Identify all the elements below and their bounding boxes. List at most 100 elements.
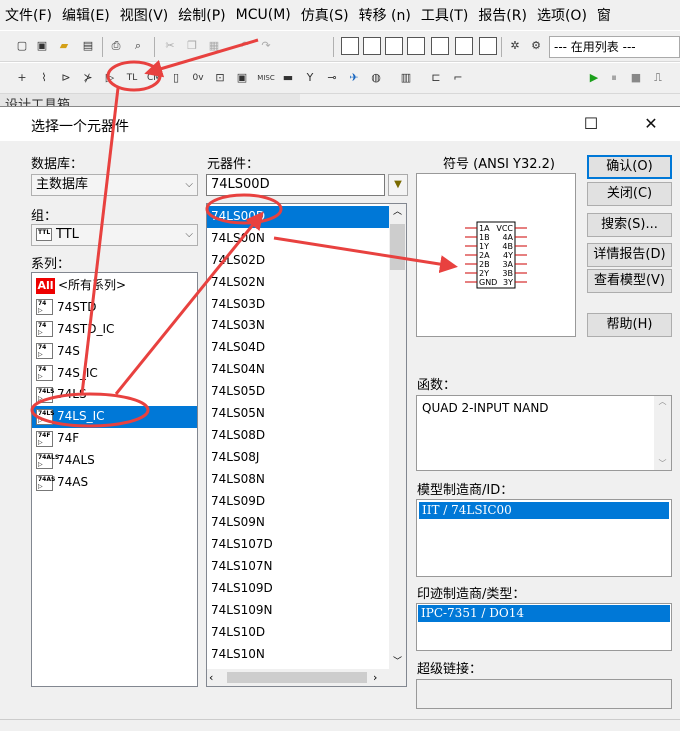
postprocessor-icon[interactable]	[455, 37, 473, 55]
list-item[interactable]: 74LS09D	[207, 491, 390, 513]
stop-icon[interactable]: ■	[628, 70, 644, 86]
view-model-button[interactable]: 查看模型(V)	[587, 269, 672, 293]
advanced-peripherals-icon[interactable]: ▬	[280, 70, 296, 86]
database-select[interactable]: 主数据库 ⌵	[31, 174, 198, 196]
component-search-input[interactable]: 74LS00D	[206, 174, 385, 196]
cut-icon[interactable]: ✂	[162, 38, 178, 54]
menu-window[interactable]: 窗	[592, 5, 616, 25]
menu-simulate[interactable]: 仿真(S)	[296, 5, 354, 25]
new-icon[interactable]: ▢	[14, 38, 30, 54]
run-icon[interactable]: ▶	[586, 70, 602, 86]
print-icon[interactable]: ⎙	[108, 38, 124, 54]
list-item[interactable]: 74LS00D	[207, 206, 390, 228]
menu-tools[interactable]: 工具(T)	[416, 5, 473, 25]
list-item[interactable]: 74 ▷ 74STD_IC	[32, 319, 197, 341]
list-item[interactable]: 74LS02N	[207, 272, 390, 294]
list-item[interactable]: 74 ▷ 74STD	[32, 297, 197, 319]
list-item[interactable]: 74 ▷ 74S_IC	[32, 363, 197, 385]
close-button[interactable]: 关闭(C)	[587, 182, 672, 206]
basic-icon[interactable]: ⌇	[36, 70, 52, 86]
in-use-list-dropdown[interactable]: --- 在用列表 ---	[549, 36, 680, 58]
horizontal-scrollbar[interactable]: ‹ ›	[207, 669, 406, 686]
scroll-right-icon[interactable]: ›	[373, 669, 377, 686]
ok-button[interactable]: 确认(O)	[587, 155, 672, 179]
list-item[interactable]: 74LS09N	[207, 512, 390, 534]
source-icon[interactable]: +	[14, 70, 30, 86]
scroll-down-icon[interactable]: ﹀	[654, 458, 671, 469]
help-button[interactable]: 帮助(H)	[587, 313, 672, 337]
vertical-scrollbar[interactable]: ︿ ﹀	[654, 396, 671, 470]
new-file-icon[interactable]: ▣	[34, 38, 50, 54]
pause-icon[interactable]: ⏸	[606, 70, 622, 86]
diode-icon[interactable]: ⊳	[58, 70, 74, 86]
menu-place[interactable]: 绘制(P)	[173, 5, 230, 25]
print-preview-icon[interactable]: ⌕	[130, 38, 146, 54]
cmos-icon[interactable]: CM	[146, 70, 162, 86]
rf-icon[interactable]: Y	[302, 70, 318, 86]
open-folder-icon[interactable]: ▰	[56, 38, 72, 54]
list-item[interactable]: 74LS109D	[207, 578, 390, 600]
menu-transfer[interactable]: 转移 (n)	[354, 5, 416, 25]
power-component-icon[interactable]: ▣	[234, 70, 250, 86]
list-item[interactable]: 74LS08J	[207, 447, 390, 469]
scroll-thumb[interactable]	[227, 672, 367, 683]
list-item[interactable]: 74LS10D	[207, 622, 390, 644]
ni-component-icon[interactable]: ✈	[346, 70, 362, 86]
menu-edit[interactable]: 编辑(E)	[57, 5, 115, 25]
model-item[interactable]: IIT / 74LSIC00	[419, 502, 669, 519]
list-item[interactable]: 74LS107N	[207, 556, 390, 578]
full-screen-icon[interactable]	[341, 37, 359, 55]
hierarchical-block-icon[interactable]: ⊏	[428, 70, 444, 86]
list-item[interactable]: 74LS08D	[207, 425, 390, 447]
grapher-icon[interactable]	[431, 37, 449, 55]
list-item[interactable]: 74F ▷ 74F	[32, 428, 197, 450]
hyperlink-field[interactable]	[416, 679, 672, 709]
save-icon[interactable]: ▤	[80, 38, 96, 54]
bus-icon[interactable]: ⌐	[450, 70, 466, 86]
interactive-icon[interactable]: ⎍	[650, 70, 666, 86]
list-item[interactable]: 74LS03D	[207, 294, 390, 316]
search-button[interactable]: 搜索(S)...	[587, 213, 672, 237]
filter-icon[interactable]: ▼	[388, 174, 408, 196]
list-item[interactable]: All <所有系列>	[32, 275, 197, 297]
scroll-thumb[interactable]	[390, 224, 405, 270]
list-item[interactable]: 74 ▷ 74S	[32, 341, 197, 363]
list-item[interactable]: 74AS ▷ 74AS	[32, 472, 197, 494]
mixed-icon[interactable]: 0v	[190, 70, 206, 86]
list-item[interactable]: 74LS04D	[207, 337, 390, 359]
list-item[interactable]: 74LS109N	[207, 600, 390, 622]
transistor-icon[interactable]: ⊁	[80, 70, 96, 86]
menu-view[interactable]: 视图(V)	[115, 5, 174, 25]
menu-file[interactable]: 文件(F)	[0, 5, 57, 25]
list-item[interactable]: 74LS10N	[207, 644, 390, 666]
vertical-scrollbar[interactable]: ︿ ﹀	[389, 204, 406, 671]
list-item[interactable]: 74LS ▷ 74LS_IC	[32, 406, 197, 429]
scroll-left-icon[interactable]: ‹	[209, 669, 213, 686]
list-item[interactable]: 74LS03N	[207, 315, 390, 337]
list-item[interactable]: 74LS05N	[207, 403, 390, 425]
misc-icon[interactable]: MISC	[256, 70, 276, 86]
close-icon[interactable]: ✕	[634, 111, 668, 137]
footprint-item[interactable]: IPC-7351 / DO14	[418, 605, 670, 622]
list-item[interactable]: 74LS04N	[207, 359, 390, 381]
list-item[interactable]: 74LS02D	[207, 250, 390, 272]
scroll-up-icon[interactable]: ︿	[654, 396, 671, 407]
copy-icon[interactable]: ❐	[184, 38, 200, 54]
maximize-icon[interactable]: ☐	[574, 111, 608, 137]
list-item[interactable]: 74LS08N	[207, 469, 390, 491]
design-toolbox-icon[interactable]	[385, 37, 403, 55]
spreadsheet-icon[interactable]	[407, 37, 425, 55]
list-item[interactable]: 74LS00N	[207, 228, 390, 250]
indicator-icon[interactable]: ⊡	[212, 70, 228, 86]
menu-mcu[interactable]: MCU(M)	[231, 7, 296, 23]
grid-icon[interactable]	[363, 37, 381, 55]
detail-report-button[interactable]: 详情报告(D)	[587, 243, 672, 267]
connector-icon[interactable]: ◍	[368, 70, 384, 86]
menu-options[interactable]: 选项(O)	[532, 5, 592, 25]
database-manager-icon[interactable]	[479, 37, 497, 55]
ttl-icon[interactable]: TL	[124, 70, 140, 86]
group-select[interactable]: TTL TTL ⌵	[31, 224, 198, 246]
redo-icon[interactable]: ↷	[258, 38, 274, 54]
electromechanical-icon[interactable]: ⊸	[324, 70, 340, 86]
list-item[interactable]: 74LS05D	[207, 381, 390, 403]
